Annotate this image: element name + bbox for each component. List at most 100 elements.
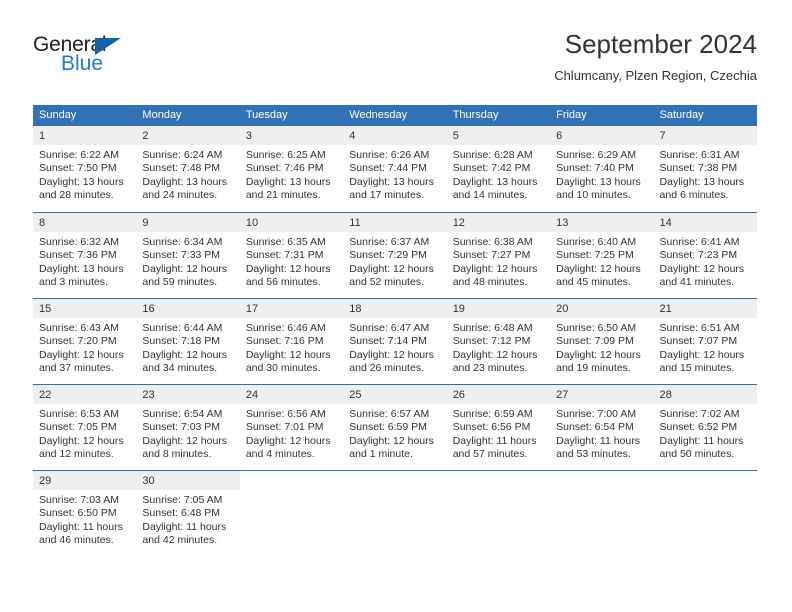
daylight-duration-line1: Daylight: 13 hours (349, 175, 434, 188)
daylight-duration-line2: and 8 minutes. (142, 448, 212, 461)
day-number: 9 (136, 213, 240, 232)
day-details: Sunrise: 6:28 AM Sunset: 7:42 PM Daylight:… (447, 145, 550, 203)
day-details: Sunrise: 6:37 AM Sunset: 7:29 PM Daylight:… (343, 232, 446, 290)
sunrise-time: Sunrise: 6:24 AM (142, 149, 223, 161)
daylight-duration-line1: Daylight: 12 hours (349, 262, 434, 275)
day-number: 19 (446, 299, 551, 318)
daylight-duration-line2: and 34 minutes. (142, 362, 218, 375)
calendar-day-cell[interactable]: 25 Sunrise: 6:57 AM Sunset: 6:59 PM Dayligh… (343, 384, 447, 470)
day-cell-inner: 29 Sunrise: 7:03 AM Sunset: 6:50 PM Dayligh… (33, 470, 137, 556)
calendar-day-cell[interactable]: 6 Sunrise: 6:29 AM Sunset: 7:40 PM Daylight… (550, 126, 654, 212)
weekday-header-friday: Friday (550, 105, 654, 126)
day-number: 3 (239, 126, 344, 145)
day-cell-inner: 5 Sunrise: 6:28 AM Sunset: 7:42 PM Daylight… (446, 126, 551, 212)
day-number (447, 471, 550, 490)
sunset-time: Sunset: 7:46 PM (245, 162, 324, 175)
daylight-duration-line1: Daylight: 13 hours (142, 175, 228, 188)
day-cell-inner: 2 Sunrise: 6:24 AM Sunset: 7:48 PM Daylight… (136, 126, 240, 212)
calendar-day-cell[interactable]: 26 Sunrise: 6:59 AM Sunset: 6:56 PM Dayligh… (446, 384, 551, 470)
calendar-day-cell[interactable]: 29 Sunrise: 7:03 AM Sunset: 6:50 PM Dayligh… (33, 470, 137, 556)
sunrise-time: Sunrise: 6:34 AM (142, 236, 223, 248)
sunset-time: Sunset: 6:56 PM (452, 421, 531, 434)
weekday-header-sunday: Sunday (33, 105, 137, 126)
day-details: Sunrise: 6:35 AM Sunset: 7:31 PM Daylight:… (240, 232, 343, 290)
calendar-week-row: 15 Sunrise: 6:43 AM Sunset: 7:20 PM Dayligh… (33, 298, 757, 384)
day-number: 25 (343, 385, 447, 404)
sunrise-time: Sunrise: 6:37 AM (349, 236, 430, 248)
day-cell-inner: 22 Sunrise: 6:53 AM Sunset: 7:05 PM Dayligh… (33, 384, 137, 470)
day-details: Sunrise: 6:47 AM Sunset: 7:14 PM Daylight:… (343, 318, 446, 376)
day-number: 22 (33, 385, 137, 404)
calendar-day-cell[interactable]: 17 Sunrise: 6:46 AM Sunset: 7:16 PM Dayligh… (239, 298, 344, 384)
sunset-time: Sunset: 7:44 PM (349, 162, 427, 175)
day-cell-inner: 10 Sunrise: 6:35 AM Sunset: 7:31 PM Dayligh… (239, 212, 344, 298)
day-details: Sunrise: 6:32 AM Sunset: 7:36 PM Daylight:… (33, 232, 136, 290)
sunrise-time: Sunrise: 6:50 AM (556, 322, 637, 334)
sunset-time: Sunset: 7:25 PM (556, 249, 634, 262)
calendar-day-cell[interactable]: 16 Sunrise: 6:44 AM Sunset: 7:18 PM Dayligh… (136, 298, 240, 384)
daylight-duration-line2: and 57 minutes. (452, 448, 528, 461)
calendar-day-cell[interactable]: 7 Sunrise: 6:31 AM Sunset: 7:38 PM Daylight… (653, 126, 757, 212)
sunrise-time: Sunrise: 6:59 AM (452, 408, 533, 420)
calendar-day-cell[interactable]: 30 Sunrise: 7:05 AM Sunset: 6:48 PM Dayligh… (136, 470, 240, 556)
logo-text-blue: Blue (61, 52, 104, 75)
calendar-day-cell[interactable]: 2 Sunrise: 6:24 AM Sunset: 7:48 PM Daylight… (136, 126, 240, 212)
day-number: 13 (550, 213, 654, 232)
daylight-duration-line2: and 30 minutes. (245, 362, 321, 375)
daylight-duration-line2: and 42 minutes. (142, 534, 218, 547)
weekday-header-wednesday: Wednesday (343, 105, 447, 126)
sunrise-time: Sunrise: 6:29 AM (556, 149, 637, 161)
day-details: Sunrise: 6:51 AM Sunset: 7:07 PM Daylight:… (654, 318, 757, 376)
calendar-day-cell[interactable]: 14 Sunrise: 6:41 AM Sunset: 7:23 PM Dayligh… (653, 212, 757, 298)
sunset-time: Sunset: 7:18 PM (142, 335, 221, 348)
calendar-day-cell[interactable]: 11 Sunrise: 6:37 AM Sunset: 7:29 PM Dayligh… (343, 212, 447, 298)
day-number: 12 (446, 213, 551, 232)
day-details: Sunrise: 6:59 AM Sunset: 6:56 PM Daylight:… (447, 404, 550, 462)
daylight-duration-line2: and 59 minutes. (142, 276, 218, 289)
calendar-day-cell[interactable]: 1 Sunrise: 6:22 AM Sunset: 7:50 PM Daylight… (33, 126, 137, 212)
day-cell-inner: 11 Sunrise: 6:37 AM Sunset: 7:29 PM Dayligh… (343, 212, 447, 298)
calendar-day-cell[interactable]: 12 Sunrise: 6:38 AM Sunset: 7:27 PM Dayligh… (446, 212, 551, 298)
day-number: 26 (446, 385, 551, 404)
daylight-duration-line1: Daylight: 12 hours (142, 348, 228, 361)
day-details: Sunrise: 6:48 AM Sunset: 7:12 PM Daylight:… (447, 318, 550, 376)
day-number: 30 (136, 471, 240, 490)
calendar-day-cell[interactable]: 21 Sunrise: 6:51 AM Sunset: 7:07 PM Dayligh… (653, 298, 757, 384)
day-details: Sunrise: 6:43 AM Sunset: 7:20 PM Daylight:… (33, 318, 136, 376)
calendar-header-row: Sunday Monday Tuesday Wednesday Thursday… (33, 105, 757, 126)
calendar-day-cell[interactable]: 22 Sunrise: 6:53 AM Sunset: 7:05 PM Dayligh… (33, 384, 137, 470)
daylight-duration-line1: Daylight: 11 hours (452, 434, 537, 447)
calendar-day-cell[interactable]: 18 Sunrise: 6:47 AM Sunset: 7:14 PM Dayligh… (343, 298, 447, 384)
page-subtitle: Chlumcany, Plzen Region, Czechia (554, 68, 757, 83)
calendar-day-cell[interactable]: 28 Sunrise: 7:02 AM Sunset: 6:52 PM Dayligh… (653, 384, 757, 470)
day-number: 17 (239, 299, 344, 318)
calendar-day-cell[interactable]: 27 Sunrise: 7:00 AM Sunset: 6:54 PM Dayligh… (550, 384, 654, 470)
daylight-duration-line2: and 17 minutes. (349, 189, 424, 202)
calendar-day-cell[interactable]: 23 Sunrise: 6:54 AM Sunset: 7:03 PM Dayligh… (136, 384, 240, 470)
calendar-day-cell[interactable]: 19 Sunrise: 6:48 AM Sunset: 7:12 PM Dayligh… (446, 298, 551, 384)
sunrise-time: Sunrise: 6:43 AM (39, 322, 119, 334)
calendar-day-cell[interactable]: 8 Sunrise: 6:32 AM Sunset: 7:36 PM Daylight… (33, 212, 137, 298)
day-cell-inner (550, 470, 654, 556)
daylight-duration-line2: and 41 minutes. (659, 276, 735, 289)
calendar-day-cell[interactable]: 10 Sunrise: 6:35 AM Sunset: 7:31 PM Dayligh… (239, 212, 344, 298)
calendar-day-cell[interactable]: 24 Sunrise: 6:56 AM Sunset: 7:01 PM Dayligh… (239, 384, 344, 470)
generalblue-logo[interactable]: General Blue (33, 34, 153, 82)
day-number: 1 (33, 126, 137, 145)
calendar-day-cell[interactable]: 15 Sunrise: 6:43 AM Sunset: 7:20 PM Dayligh… (33, 298, 137, 384)
calendar-day-cell[interactable]: 9 Sunrise: 6:34 AM Sunset: 7:33 PM Daylight… (136, 212, 240, 298)
calendar-day-cell[interactable]: 20 Sunrise: 6:50 AM Sunset: 7:09 PM Dayligh… (550, 298, 654, 384)
daylight-duration-line2: and 48 minutes. (452, 276, 528, 289)
calendar-day-cell[interactable]: 4 Sunrise: 6:26 AM Sunset: 7:44 PM Daylight… (343, 126, 447, 212)
day-number: 5 (446, 126, 551, 145)
day-cell-inner: 18 Sunrise: 6:47 AM Sunset: 7:14 PM Dayligh… (343, 298, 447, 384)
calendar-day-cell[interactable]: 3 Sunrise: 6:25 AM Sunset: 7:46 PM Daylight… (239, 126, 344, 212)
day-cell-inner: 8 Sunrise: 6:32 AM Sunset: 7:36 PM Daylight… (33, 212, 137, 298)
day-details: Sunrise: 6:25 AM Sunset: 7:46 PM Daylight:… (240, 145, 343, 203)
sunrise-time: Sunrise: 6:26 AM (349, 149, 430, 161)
day-details: Sunrise: 6:53 AM Sunset: 7:05 PM Daylight:… (33, 404, 136, 462)
calendar-day-cell[interactable]: 5 Sunrise: 6:28 AM Sunset: 7:42 PM Daylight… (446, 126, 551, 212)
sunset-time: Sunset: 7:31 PM (245, 249, 324, 262)
day-cell-inner: 24 Sunrise: 6:56 AM Sunset: 7:01 PM Dayligh… (239, 384, 344, 470)
calendar-day-cell[interactable]: 13 Sunrise: 6:40 AM Sunset: 7:25 PM Dayligh… (550, 212, 654, 298)
